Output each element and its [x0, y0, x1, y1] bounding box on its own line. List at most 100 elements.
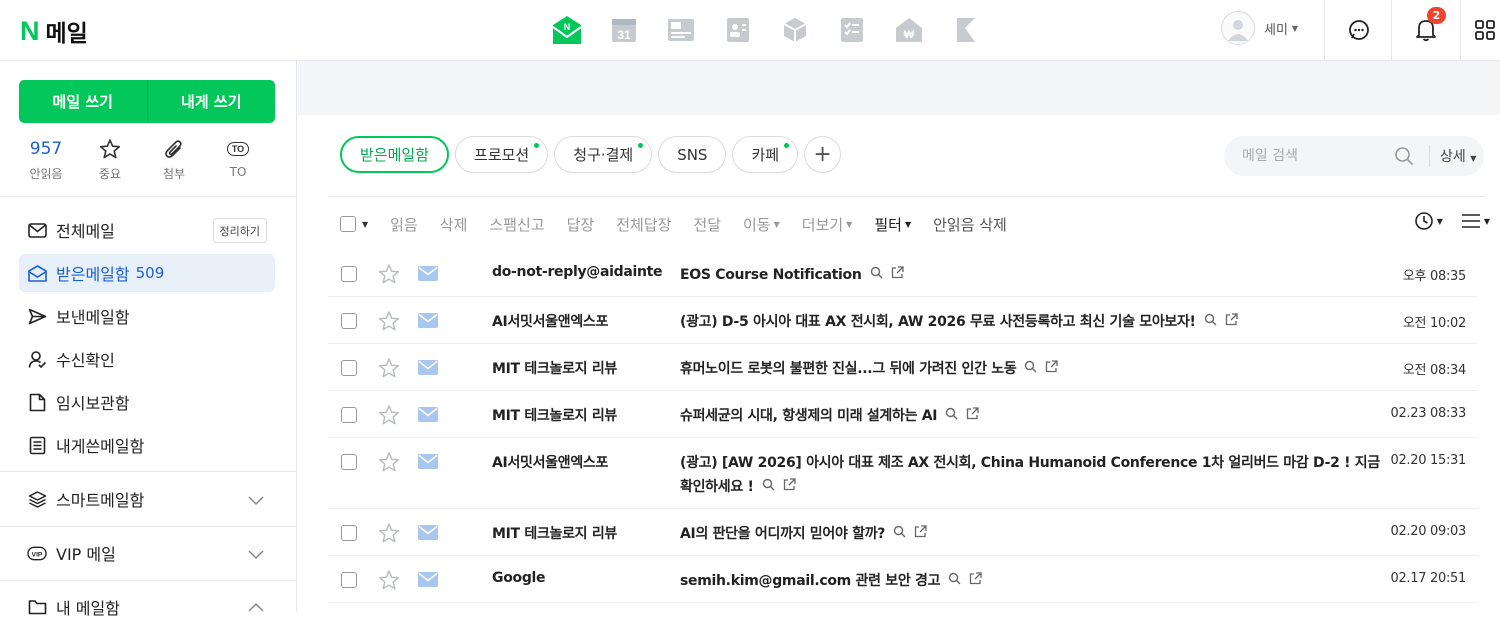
- mail-row[interactable]: MIT 테크놀로지 리뷰 슈퍼세균의 시대, 항생제의 미래 설계하는 AI 0…: [328, 391, 1478, 438]
- mail-sender[interactable]: do-not-reply@aidainter...: [492, 264, 662, 280]
- read-status-button[interactable]: [418, 266, 438, 285]
- list-view-button[interactable]: ▼: [1461, 213, 1490, 229]
- mail-checkbox[interactable]: [341, 525, 357, 541]
- attachment-filter[interactable]: 첨부: [142, 135, 206, 182]
- forward-button[interactable]: 전달: [693, 214, 721, 235]
- todo-app-icon[interactable]: [835, 14, 869, 46]
- folder-read-receipt[interactable]: 수신확인: [19, 340, 275, 378]
- more-button[interactable]: 더보기 ▼: [802, 214, 853, 235]
- search-button[interactable]: [1389, 146, 1419, 166]
- compose-self-button[interactable]: 내게 쓰기: [148, 80, 276, 123]
- open-new-window-button[interactable]: [914, 522, 927, 546]
- mail-sender[interactable]: AI서밋서울앤엑스포: [492, 311, 662, 331]
- calendar-app-icon[interactable]: 31: [607, 14, 641, 46]
- tab-promotion[interactable]: 프로모션: [455, 136, 549, 173]
- read-status-button[interactable]: [418, 313, 438, 332]
- read-status-button[interactable]: [418, 572, 438, 591]
- mail-row[interactable]: AI서밋서울앤엑스포 (광고) D-5 아시아 대표 AX 전시회, AW 20…: [328, 297, 1478, 344]
- box-app-icon[interactable]: [778, 14, 812, 46]
- mail-checkbox[interactable]: [341, 313, 357, 329]
- mail-subject[interactable]: semih.kim@gmail.com 관련 보안 경고: [680, 569, 1380, 593]
- folder-self-mail[interactable]: 내게쓴메일함: [19, 426, 275, 464]
- mail-subject[interactable]: 슈퍼세균의 시대, 항생제의 미래 설계하는 AI: [680, 404, 1380, 428]
- important-filter[interactable]: 중요: [78, 135, 142, 182]
- open-new-window-button[interactable]: [891, 263, 904, 287]
- notification-button[interactable]: 2: [1409, 7, 1446, 46]
- detail-search-button[interactable]: 상세 ▼: [1440, 146, 1476, 166]
- mail-checkbox[interactable]: [341, 454, 357, 470]
- tab-inbox[interactable]: 받은메일함: [340, 136, 450, 173]
- preview-button[interactable]: [870, 263, 883, 287]
- spam-report-button[interactable]: 스팸신고: [489, 214, 544, 235]
- delete-unread-button[interactable]: 안읽음 삭제: [933, 214, 1007, 235]
- folder-sent[interactable]: 보낸메일함: [19, 297, 275, 335]
- mail-row[interactable]: MIT 테크놀로지 리뷰 AI의 판단을 어디까지 믿어야 할까? 02.20 …: [328, 509, 1478, 556]
- flag-app-icon[interactable]: [949, 14, 983, 46]
- mail-sender[interactable]: MIT 테크놀로지 리뷰: [492, 523, 662, 543]
- group-vip-mail[interactable]: VIP VIP 메일: [19, 534, 275, 572]
- important-star-button[interactable]: [378, 451, 400, 477]
- mail-subject[interactable]: AI의 판단을 어디까지 믿어야 할까?: [680, 522, 1380, 546]
- mail-row[interactable]: do-not-reply@aidainter... EOS Course Not…: [328, 250, 1478, 297]
- select-options-icon[interactable]: ▼: [362, 220, 368, 229]
- mail-sender[interactable]: Google: [492, 570, 662, 586]
- mark-read-button[interactable]: 읽음: [390, 214, 418, 235]
- important-star-button[interactable]: [378, 310, 400, 336]
- open-new-window-button[interactable]: [969, 569, 982, 593]
- open-new-window-button[interactable]: [1045, 357, 1059, 381]
- preview-button[interactable]: [1024, 357, 1037, 381]
- mail-sender[interactable]: MIT 테크놀로지 리뷰: [492, 358, 662, 378]
- mail-subject[interactable]: 휴머노이드 로봇의 불편한 진실...그 뒤에 가려진 인간 노동: [680, 357, 1380, 381]
- important-star-button[interactable]: [378, 404, 400, 430]
- open-new-window-button[interactable]: [966, 404, 979, 428]
- tidy-up-button[interactable]: 정리하기: [212, 218, 267, 243]
- folder-inbox[interactable]: 받은메일함 509: [19, 254, 275, 292]
- mail-subject[interactable]: EOS Course Notification: [680, 263, 1380, 287]
- all-services-button[interactable]: [1474, 14, 1500, 46]
- preview-button[interactable]: [762, 475, 775, 499]
- mail-row[interactable]: AI서밋서울앤엑스포 (광고) [AW 2026] 아시아 대표 제조 AX 전…: [328, 438, 1478, 509]
- compose-mail-button[interactable]: 메일 쓰기: [19, 80, 147, 123]
- delete-button[interactable]: 삭제: [440, 214, 468, 235]
- folder-all-mail[interactable]: 전체메일 정리하기: [19, 211, 275, 249]
- profile-menu[interactable]: 세미 ▼: [1221, 11, 1298, 45]
- read-status-button[interactable]: [418, 525, 438, 544]
- important-star-button[interactable]: [378, 357, 400, 383]
- read-status-button[interactable]: [418, 454, 438, 473]
- mail-checkbox[interactable]: [341, 572, 357, 588]
- mail-app-icon[interactable]: N: [550, 14, 584, 46]
- open-new-window-button[interactable]: [783, 475, 796, 499]
- group-my-mailbox[interactable]: 내 메일함: [19, 588, 275, 626]
- reply-all-button[interactable]: 전체답장: [616, 214, 671, 235]
- mail-checkbox[interactable]: [341, 407, 357, 423]
- mail-checkbox[interactable]: [341, 360, 357, 376]
- important-star-button[interactable]: [378, 569, 400, 595]
- group-smart-mailbox[interactable]: 스마트메일함: [19, 480, 275, 518]
- move-button[interactable]: 이동 ▼: [743, 214, 780, 235]
- mail-row[interactable]: MIT 테크놀로지 리뷰 휴머노이드 로봇의 불편한 진실...그 뒤에 가려진…: [328, 344, 1478, 391]
- select-all-checkbox[interactable]: [340, 216, 356, 232]
- preview-button[interactable]: [945, 404, 958, 428]
- mail-row[interactable]: Google semih.kim@gmail.com 관련 보안 경고 02.1…: [328, 556, 1478, 603]
- add-tab-button[interactable]: +: [804, 136, 842, 173]
- preview-button[interactable]: [1204, 310, 1217, 334]
- pay-app-icon[interactable]: ₩: [892, 14, 926, 46]
- reply-button[interactable]: 답장: [567, 214, 595, 235]
- preview-button[interactable]: [948, 569, 961, 593]
- tab-sns[interactable]: SNS: [658, 136, 727, 173]
- important-star-button[interactable]: [378, 263, 400, 289]
- sort-time-button[interactable]: ▼: [1414, 211, 1443, 231]
- open-new-window-button[interactable]: [1225, 310, 1238, 334]
- search-input[interactable]: [1242, 148, 1377, 164]
- read-status-button[interactable]: [418, 407, 438, 426]
- important-star-button[interactable]: [378, 522, 400, 548]
- contacts-app-icon[interactable]: [664, 14, 698, 46]
- to-me-filter[interactable]: TO TO: [206, 135, 270, 182]
- mail-sender[interactable]: MIT 테크놀로지 리뷰: [492, 405, 662, 425]
- mail-subject[interactable]: (광고) [AW 2026] 아시아 대표 제조 AX 전시회, China H…: [680, 451, 1380, 499]
- folder-drafts[interactable]: 임시보관함: [19, 383, 275, 421]
- filter-button[interactable]: 필터 ▼: [874, 214, 911, 235]
- preview-button[interactable]: [893, 522, 906, 546]
- mail-sender[interactable]: AI서밋서울앤엑스포: [492, 452, 662, 472]
- mail-checkbox[interactable]: [341, 266, 357, 282]
